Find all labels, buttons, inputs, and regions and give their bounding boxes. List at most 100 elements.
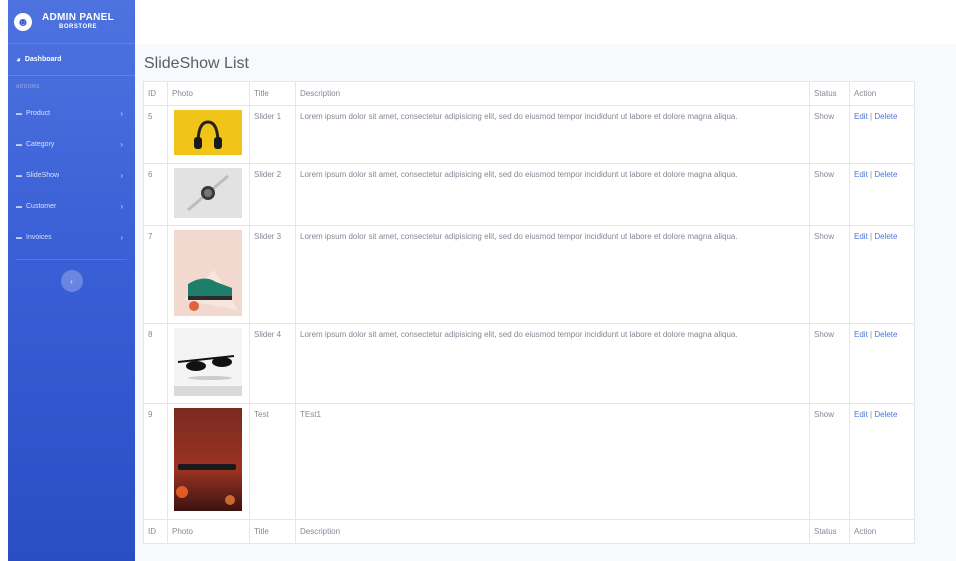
cell-status: Show — [809, 105, 850, 164]
cell-id: 6 — [143, 163, 168, 226]
cell-description: Lorem ipsum dolor sit amet, consectetur … — [295, 225, 810, 324]
cell-photo — [167, 403, 250, 520]
edit-link[interactable]: Edit — [854, 170, 868, 179]
cell-status: Show — [809, 163, 850, 226]
cell-title: Slider 3 — [249, 225, 296, 324]
cell-description: Lorem ipsum dolor sit amet, consectetur … — [295, 323, 810, 404]
sidebar-item-customer[interactable]: ▬ Customer › — [8, 191, 135, 222]
column-header-photo: Photo — [167, 81, 250, 106]
column-footer-photo: Photo — [167, 519, 250, 544]
edit-link[interactable]: Edit — [854, 112, 868, 121]
slideshow-table: ID Photo Title Description Status Action… — [143, 81, 915, 544]
cell-action: Edit | Delete — [849, 225, 915, 324]
table-row: 8 Slider 4 Lorem ipsum dolor sit amet, c… — [143, 323, 915, 404]
cell-action: Edit | Delete — [849, 105, 915, 164]
brand-subtitle: BORSTORE — [59, 23, 97, 30]
cell-description: Lorem ipsum dolor sit amet, consectetur … — [295, 105, 810, 164]
folder-icon: ▬ — [16, 110, 22, 117]
column-header-description: Description — [295, 81, 810, 106]
column-footer-status: Status — [809, 519, 850, 544]
sidebar-item-label: Product — [26, 110, 51, 117]
cell-title: Slider 1 — [249, 105, 296, 164]
sidebar-item-label: Dashboard — [24, 56, 62, 63]
sidebar-item-slideshow[interactable]: ▬ SlideShow › — [8, 160, 135, 191]
table-row: 7 Slider 3 Lorem ipsum dolor sit amet, c… — [143, 225, 915, 324]
sidebar-heading: ADDONS — [16, 84, 40, 90]
cell-title: Test — [249, 403, 296, 520]
edit-link[interactable]: Edit — [854, 232, 868, 241]
cell-action: Edit | Delete — [849, 163, 915, 226]
cell-id: 5 — [143, 105, 168, 164]
folder-icon: ▬ — [16, 141, 22, 148]
delete-link[interactable]: Delete — [874, 232, 897, 241]
chevron-right-icon: › — [120, 109, 123, 118]
tachometer-icon: ◕ — [16, 55, 21, 64]
cell-description: TEst1 — [295, 403, 810, 520]
table-footer-row: ID Photo Title Description Status Action — [143, 519, 915, 544]
delete-link[interactable]: Delete — [874, 112, 897, 121]
slide-thumbnail — [174, 230, 242, 316]
folder-icon: ▬ — [16, 172, 22, 179]
cell-action: Edit | Delete — [849, 403, 915, 520]
page-title: SlideShow List — [144, 55, 249, 72]
cell-photo — [167, 163, 250, 226]
slide-thumbnail — [174, 110, 242, 155]
sidebar-item-product[interactable]: ▬ Product › — [8, 98, 135, 129]
sidebar-item-category[interactable]: ▬ Category › — [8, 129, 135, 160]
sidebar-item-invoices[interactable]: ▬ Invoices › — [8, 222, 135, 253]
slide-thumbnail — [174, 168, 242, 218]
column-header-title: Title — [249, 81, 296, 106]
chevron-right-icon: › — [120, 140, 123, 149]
folder-icon: ▬ — [16, 203, 22, 210]
edit-link[interactable]: Edit — [854, 330, 868, 339]
page: ☻ ADMIN PANEL BORSTORE ◕ Dashboard ADDON… — [0, 0, 956, 561]
slide-thumbnail — [174, 328, 242, 396]
cell-action: Edit | Delete — [849, 323, 915, 404]
sidebar-item-label: Invoices — [26, 234, 52, 241]
chevron-right-icon: › — [120, 171, 123, 180]
table-row: 5 Slider 1 Lorem ipsum dolor sit amet, c… — [143, 105, 915, 164]
sidebar-brand[interactable]: ☻ ADMIN PANEL BORSTORE — [8, 0, 135, 44]
delete-link[interactable]: Delete — [874, 170, 897, 179]
brand-text: ADMIN PANEL BORSTORE — [42, 13, 114, 30]
cell-photo — [167, 323, 250, 404]
topbar — [135, 0, 956, 44]
sidebar-item-label: Customer — [26, 203, 57, 210]
sidebar-toggle-button[interactable]: ‹ — [60, 270, 83, 292]
laugh-face-icon: ☻ — [14, 12, 32, 31]
column-header-status: Status — [809, 81, 850, 106]
cell-status: Show — [809, 403, 850, 520]
sidebar-item-label: Category — [26, 141, 55, 148]
sidebar-item-label: SlideShow — [26, 172, 60, 179]
table-header-row: ID Photo Title Description Status Action — [143, 81, 915, 106]
delete-link[interactable]: Delete — [874, 410, 897, 419]
cell-photo — [167, 105, 250, 164]
cell-photo — [167, 225, 250, 324]
cell-id: 7 — [143, 225, 168, 324]
sidebar: ☻ ADMIN PANEL BORSTORE ◕ Dashboard ADDON… — [8, 0, 135, 561]
column-footer-title: Title — [249, 519, 296, 544]
cell-id: 8 — [143, 323, 168, 404]
cell-description: Lorem ipsum dolor sit amet, consectetur … — [295, 163, 810, 226]
cell-status: Show — [809, 225, 850, 324]
cell-status: Show — [809, 323, 850, 404]
chevron-right-icon: › — [120, 202, 123, 211]
sidebar-item-dashboard[interactable]: ◕ Dashboard — [8, 44, 135, 76]
column-footer-description: Description — [295, 519, 810, 544]
slide-thumbnail — [174, 408, 242, 511]
table-row: 6 Slider 2 Lorem ipsum dolor sit amet, c… — [143, 163, 915, 226]
cell-title: Slider 2 — [249, 163, 296, 226]
chevron-left-icon: ‹ — [70, 276, 73, 286]
table-row: 9 Test TEst1 Show Edit | Delete — [143, 403, 915, 520]
delete-link[interactable]: Delete — [874, 330, 897, 339]
cell-title: Slider 4 — [249, 323, 296, 404]
brand-title: ADMIN PANEL — [42, 12, 115, 24]
column-header-id: ID — [143, 81, 168, 106]
column-footer-id: ID — [143, 519, 168, 544]
main-content: SlideShow List ID Photo Title Descriptio… — [135, 44, 956, 561]
folder-icon: ▬ — [16, 234, 22, 241]
edit-link[interactable]: Edit — [854, 410, 868, 419]
column-footer-action: Action — [849, 519, 915, 544]
sidebar-divider — [16, 259, 127, 260]
cell-id: 9 — [143, 403, 168, 520]
